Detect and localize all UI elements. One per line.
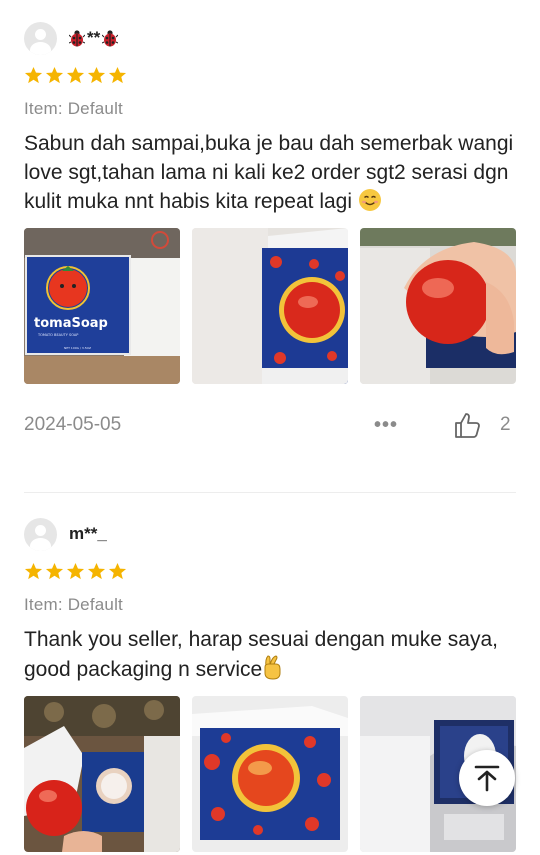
ladybug-icon [102,30,119,47]
star-icon [87,562,106,580]
star-icon [108,66,127,84]
photo-small-text: TOMATO BEAUTY SOAP [37,333,78,337]
review-text-body: Sabun dah sampai,buka je bau dah semerba… [24,132,514,213]
reviewer-name-text: ** [87,28,101,47]
crossed-fingers-icon [264,655,281,680]
review-photos: tomaSoap TOMATO BEAUTY SOAP NET 100G / 3… [24,228,516,384]
arrow-up-to-top-icon [474,765,500,792]
photo-brand-text: tomaSoap [34,316,108,331]
review-date: 2024-05-05 [24,414,122,435]
review-photo[interactable] [192,696,348,852]
smiling-face-icon [358,189,381,211]
review-photos [24,696,516,852]
review-card: ** Item: Default Sabun dah sampai,buka j… [24,20,516,446]
review-header: ** [24,20,516,56]
review-text: Thank you seller, harap sesuai dengan mu… [24,625,516,684]
star-icon [87,66,106,84]
review-card: m**_ Item: Default Thank you seller, har… [24,516,516,852]
star-rating [24,562,516,582]
review-photo[interactable] [192,228,348,384]
avatar[interactable] [24,21,57,55]
like-count: 2 [500,414,511,435]
ladybug-icon [69,30,85,47]
scroll-to-top-button[interactable] [459,750,515,806]
star-icon [45,66,64,84]
review-photo[interactable] [24,696,180,852]
more-options-button[interactable]: ••• [374,414,398,437]
review-divider [24,492,516,493]
item-variant: Item: Default [24,595,123,614]
thumbs-up-icon[interactable] [452,410,482,440]
star-icon [24,562,43,580]
star-icon [66,66,85,84]
avatar[interactable] [24,517,57,551]
review-footer: 2024-05-05 ••• 2 [24,406,516,446]
star-icon [66,562,85,580]
review-photo[interactable] [360,228,516,384]
reviewer-name: ** [69,28,119,48]
star-rating [24,66,516,86]
star-icon [108,562,127,580]
review-text-body: Thank you seller, harap sesuai dengan mu… [24,628,498,681]
review-photo[interactable]: tomaSoap TOMATO BEAUTY SOAP NET 100G / 3… [24,228,180,384]
star-icon [24,66,43,84]
item-variant: Item: Default [24,99,123,118]
reviewer-name: m**_ [69,524,107,543]
review-header: m**_ [24,516,516,552]
avatar-head-icon [35,524,46,536]
photo-tiny-text: NET 100G / 3.5OZ [64,346,91,350]
avatar-head-icon [35,28,46,40]
review-text: Sabun dah sampai,buka je bau dah semerba… [24,129,516,216]
avatar-body-icon [30,537,51,551]
star-icon [45,562,64,580]
avatar-body-icon [30,41,51,55]
